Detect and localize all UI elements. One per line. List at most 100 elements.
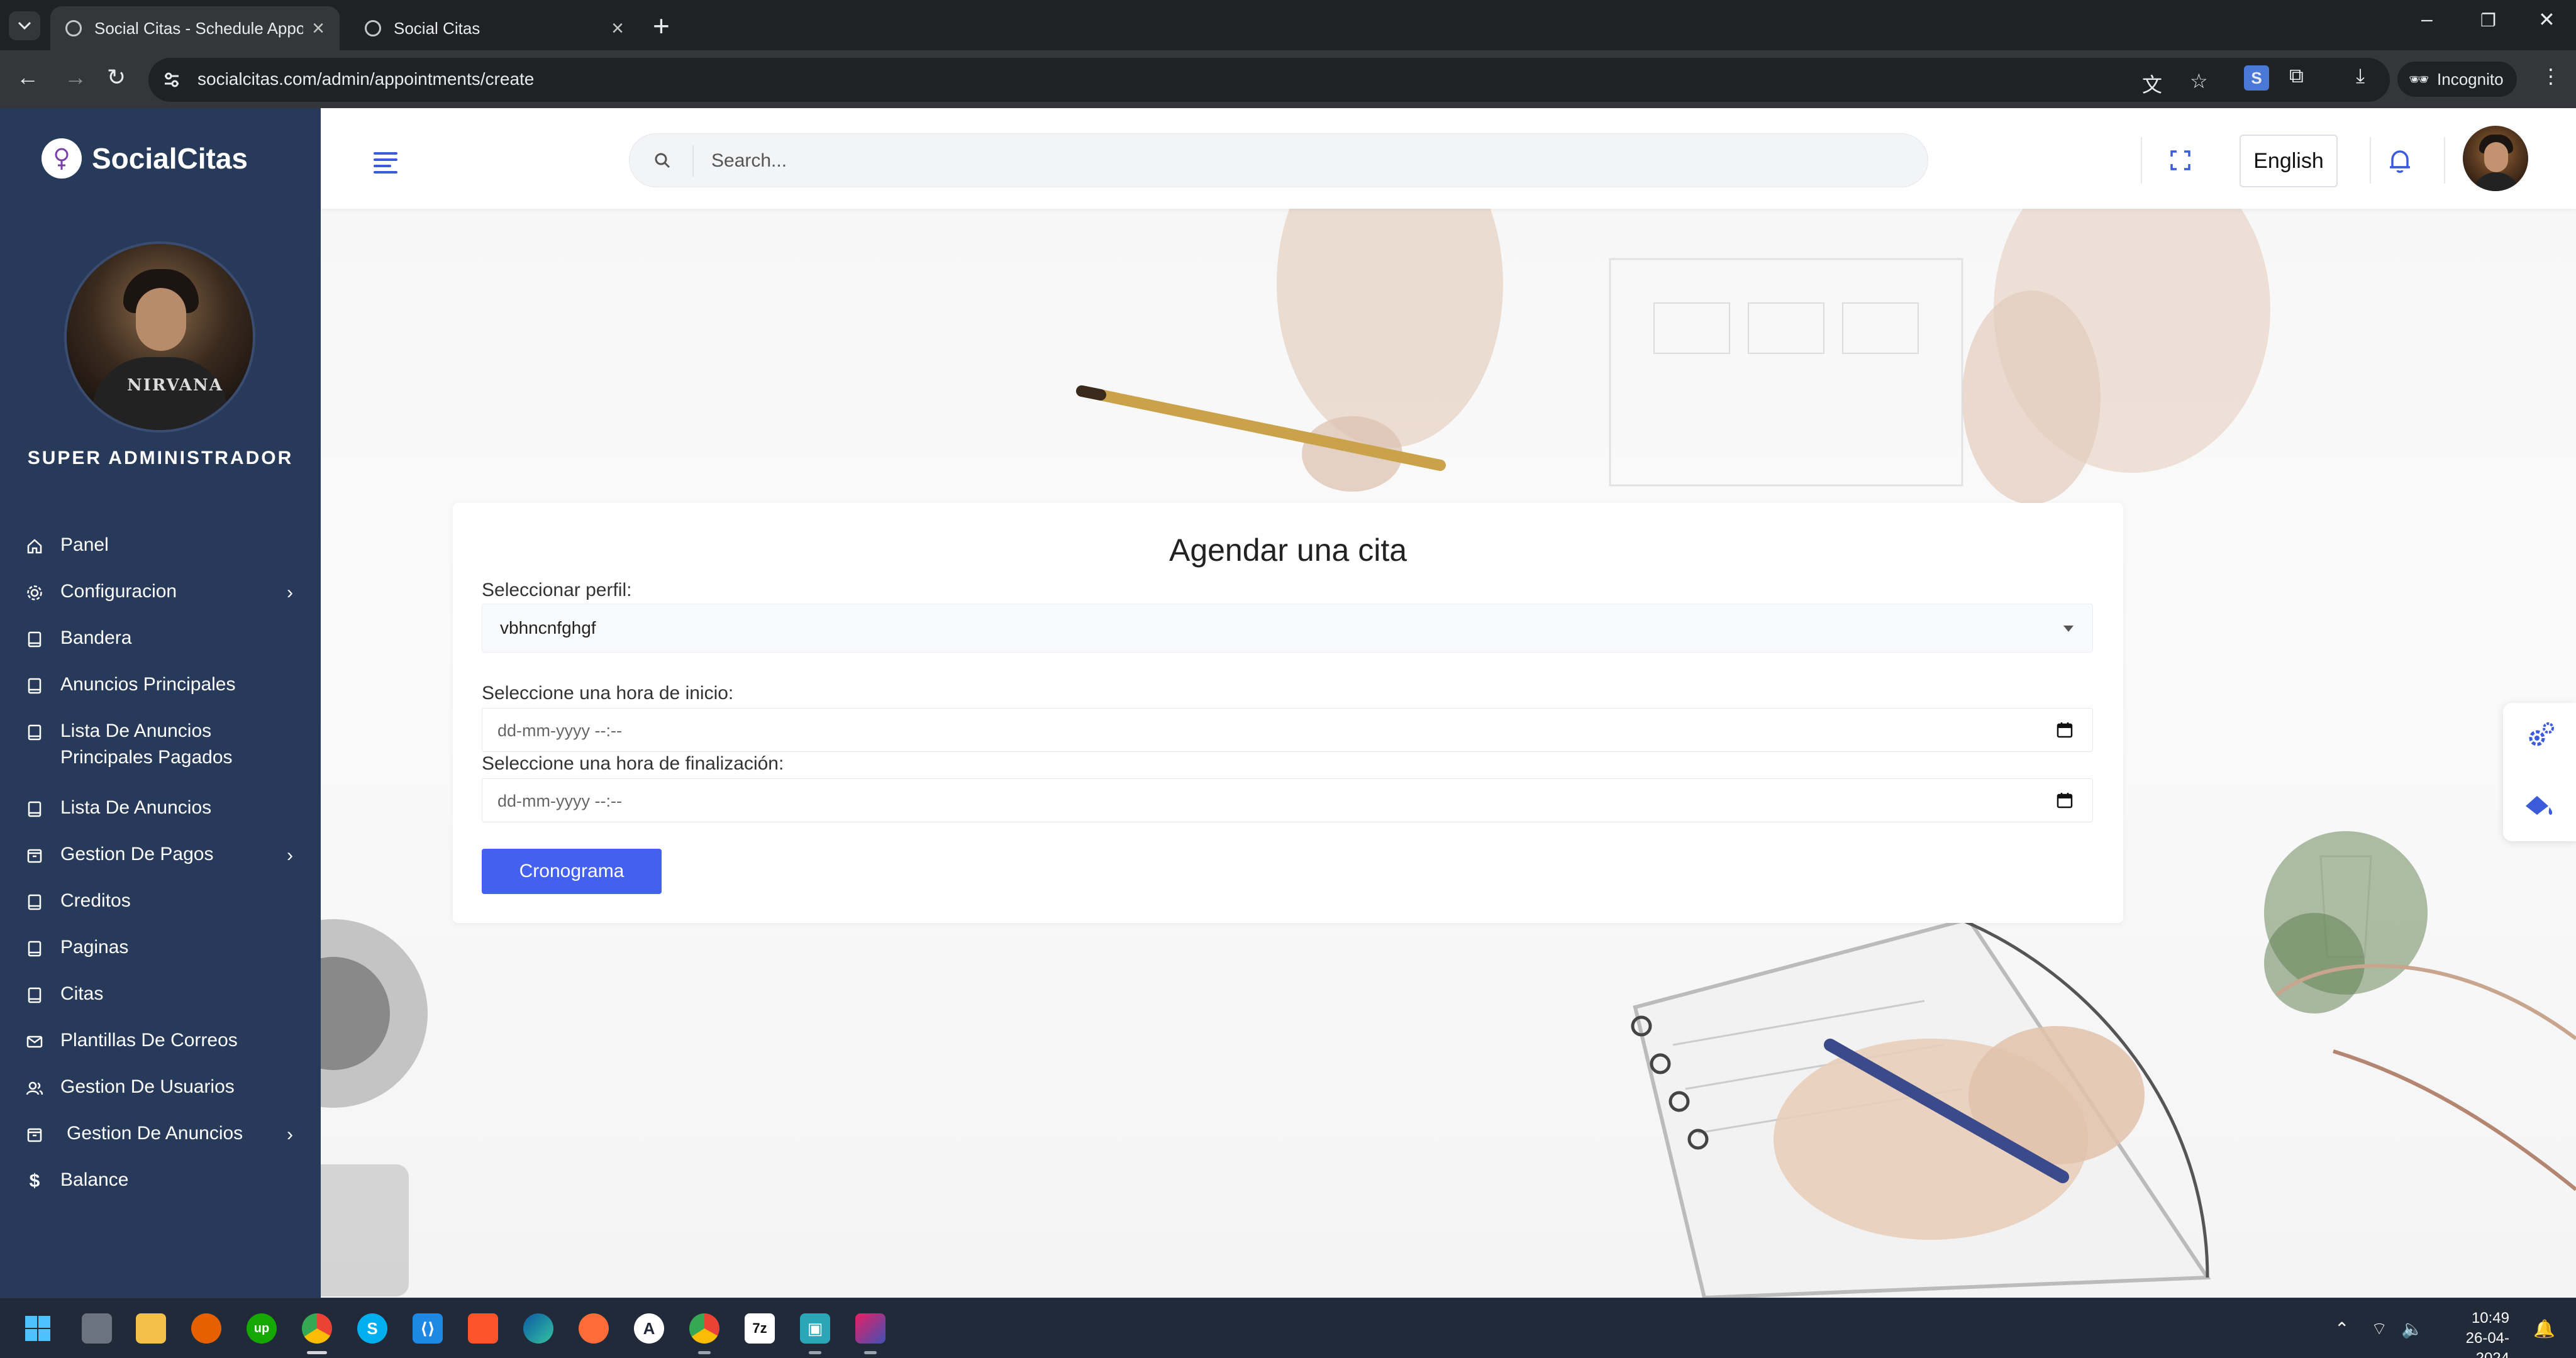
url-text: socialcitas.com/admin/appointments/creat… xyxy=(197,69,535,89)
address-bar[interactable]: socialcitas.com/admin/appointments/creat… xyxy=(148,58,2390,102)
tab-title: Social Citas xyxy=(394,18,480,38)
sidebar-item-plantillas-correos[interactable]: Plantillas De Correos xyxy=(25,1030,302,1054)
back-icon[interactable]: ← xyxy=(16,64,39,91)
site-settings-icon[interactable] xyxy=(162,70,181,89)
tab-title: Social Citas - Schedule Appoint xyxy=(94,18,304,38)
dev-app-icon[interactable] xyxy=(855,1313,886,1344)
brave-icon[interactable] xyxy=(468,1313,498,1344)
sidebar-item-configuracion[interactable]: Configuracion › xyxy=(25,581,302,605)
sidebar-item-lista-anuncios-principales-pagados[interactable]: Lista De Anuncios Principales Pagados xyxy=(25,720,302,771)
search-input[interactable] xyxy=(711,134,1906,188)
open-app-indicator xyxy=(864,1351,877,1354)
minimize-icon[interactable]: – xyxy=(2421,8,2433,31)
7zip-icon[interactable]: 7z xyxy=(745,1313,775,1344)
extension-s-icon[interactable]: S xyxy=(2244,65,2269,91)
fullscreen-icon[interactable] xyxy=(2170,150,2191,171)
close-icon[interactable]: × xyxy=(611,16,624,41)
active-app-indicator xyxy=(307,1351,327,1354)
settings-gears-icon[interactable] xyxy=(2522,719,2557,754)
book-icon xyxy=(25,630,44,649)
form-title: Agendar una cita xyxy=(1169,533,1407,568)
brand-logo-link[interactable]: SocialCitas xyxy=(42,138,248,179)
brand-logo-icon xyxy=(42,138,82,179)
schedule-submit-button[interactable]: Cronograma xyxy=(482,849,662,894)
download-icon[interactable]: ⤓ xyxy=(2356,64,2365,88)
sidebar-item-paginas[interactable]: Paginas xyxy=(25,937,302,961)
calendar-icon[interactable] xyxy=(2056,721,2074,739)
book-icon xyxy=(25,800,44,819)
more-menu-icon[interactable]: ⋮ xyxy=(2541,64,2561,88)
sidebar-item-anuncios-principales[interactable]: Anuncios Principales xyxy=(25,674,302,698)
calendar-icon[interactable] xyxy=(2056,792,2074,809)
tab-search-button[interactable] xyxy=(9,11,40,40)
paint-bucket-icon[interactable] xyxy=(2522,787,2557,822)
archive-icon xyxy=(25,1125,44,1144)
clock-time: 10:49 xyxy=(2471,1310,2509,1327)
open-app-indicator xyxy=(809,1351,821,1354)
close-icon[interactable]: × xyxy=(312,16,325,41)
bell-icon[interactable] xyxy=(2387,147,2412,175)
new-tab-button[interactable]: + xyxy=(653,9,670,43)
open-app-indicator xyxy=(698,1351,711,1354)
sidebar-item-bandera[interactable]: Bandera xyxy=(25,627,302,651)
forward-icon[interactable]: → xyxy=(64,64,87,91)
chevron-up-icon[interactable]: ⌃ xyxy=(2334,1318,2349,1339)
incognito-indicator[interactable]: 🕶 Incognito xyxy=(2397,62,2517,97)
file-explorer-icon[interactable] xyxy=(136,1313,166,1344)
sidebar-item-gestion-anuncios[interactable]: Gestion De Anuncios › xyxy=(25,1123,302,1147)
brand-name: SocialCitas xyxy=(92,142,248,175)
extensions-puzzle-icon[interactable]: ⧉ xyxy=(2289,64,2304,88)
reload-icon[interactable]: ↻ xyxy=(107,64,126,91)
chevron-right-icon: › xyxy=(287,582,293,603)
sidebar-item-panel[interactable]: Panel xyxy=(25,534,302,558)
tab-social-citas[interactable]: Social Citas × xyxy=(350,6,639,50)
notification-bell-icon[interactable]: 🔔 xyxy=(2533,1318,2555,1339)
mail-icon xyxy=(25,1032,44,1051)
system-clock[interactable]: 10:49 26-04-2024 xyxy=(2440,1308,2509,1358)
menu-toggle-icon[interactable] xyxy=(374,152,397,177)
start-time-input[interactable]: dd-mm-yyyy --:-- xyxy=(482,708,2093,752)
user-avatar[interactable] xyxy=(2463,126,2528,191)
monitor-app-icon[interactable]: ▣ xyxy=(800,1313,830,1344)
tab-schedule-appointment[interactable]: Social Citas - Schedule Appoint × xyxy=(50,6,340,50)
book-icon xyxy=(25,676,44,695)
star-icon[interactable]: ☆ xyxy=(2190,69,2208,93)
chevron-right-icon: › xyxy=(287,1124,293,1145)
appointment-form-card: Agendar una cita Seleccionar perfil: vbh… xyxy=(453,503,2123,923)
profile-select[interactable]: vbhncnfghgf xyxy=(482,604,2093,653)
wifi-icon[interactable]: ⌔ xyxy=(2371,1318,2387,1340)
restore-icon[interactable]: ❐ xyxy=(2480,10,2496,31)
book-icon xyxy=(25,986,44,1005)
book-icon xyxy=(25,939,44,958)
skype-icon[interactable]: S xyxy=(357,1313,387,1344)
chrome-icon[interactable] xyxy=(302,1313,332,1344)
floating-tools-panel xyxy=(2503,703,2576,841)
app-store-icon[interactable]: A xyxy=(634,1313,664,1344)
language-selector[interactable]: English xyxy=(2240,135,2338,187)
task-view-icon[interactable] xyxy=(82,1313,112,1344)
sidebar-item-creditos[interactable]: Creditos xyxy=(25,890,302,914)
translate-icon[interactable]: 文 xyxy=(2142,69,2162,98)
volume-icon[interactable]: 🔈 xyxy=(2401,1318,2423,1339)
sidebar-item-lista-anuncios[interactable]: Lista De Anuncios xyxy=(25,797,302,821)
postman-icon[interactable] xyxy=(579,1313,609,1344)
firefox-icon[interactable] xyxy=(191,1313,221,1344)
sidebar-item-balance[interactable]: $ Balance xyxy=(25,1169,302,1193)
users-icon xyxy=(25,1079,44,1098)
end-time-input[interactable]: dd-mm-yyyy --:-- xyxy=(482,778,2093,822)
sidebar-item-citas[interactable]: Citas xyxy=(25,983,302,1007)
start-time-label: Seleccione una hora de inicio: xyxy=(482,683,734,704)
search-icon xyxy=(655,153,670,168)
edge-icon[interactable] xyxy=(523,1313,553,1344)
window-close-icon[interactable]: ✕ xyxy=(2538,8,2555,31)
sidebar-item-gestion-pagos[interactable]: Gestion De Pagos › xyxy=(25,844,302,868)
home-icon xyxy=(25,537,44,556)
vscode-icon[interactable]: ⟨⟩ xyxy=(413,1313,443,1344)
chevron-right-icon: › xyxy=(287,845,293,866)
upwork-icon[interactable]: up xyxy=(247,1313,277,1344)
chrome-profile-icon[interactable] xyxy=(689,1313,719,1344)
windows-start-icon[interactable] xyxy=(23,1313,53,1344)
sidebar-item-gestion-usuarios[interactable]: Gestion De Usuarios xyxy=(25,1076,302,1100)
top-navbar: English xyxy=(321,108,2576,209)
address-toolbar: ← → ↻ socialcitas.com/admin/appointments… xyxy=(0,50,2576,108)
